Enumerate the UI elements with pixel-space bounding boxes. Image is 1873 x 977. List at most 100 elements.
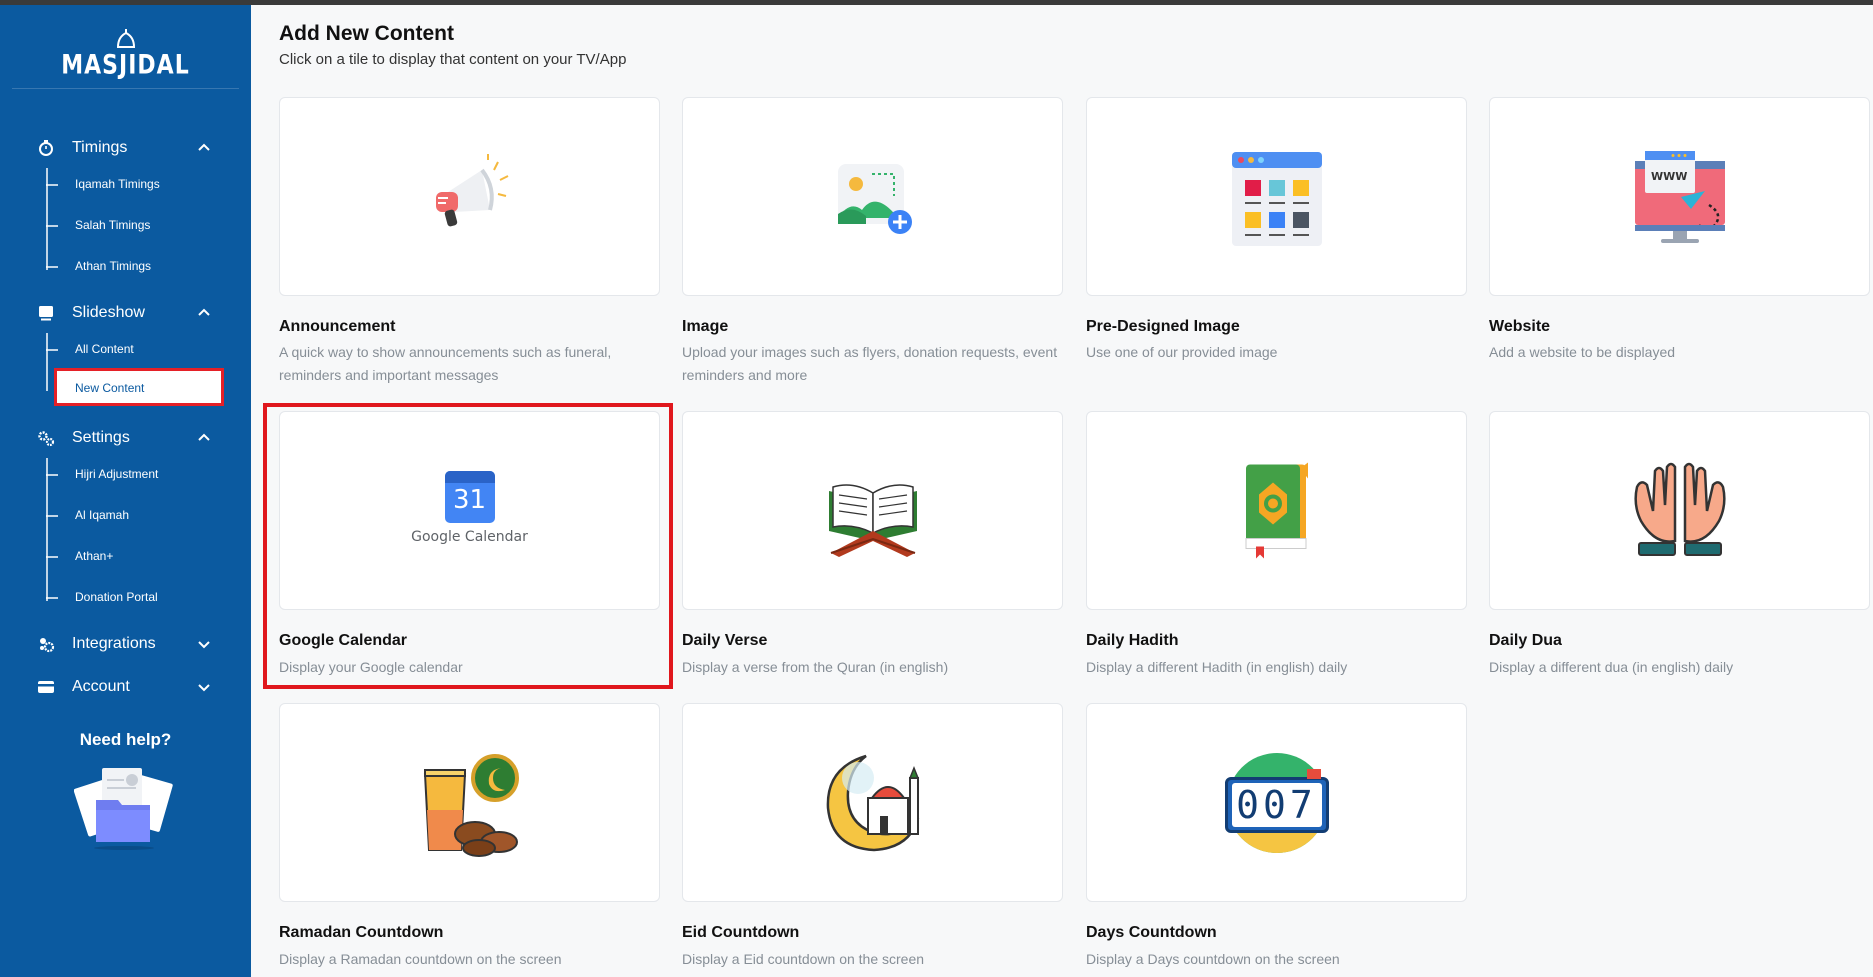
chevron-up-icon [198,143,210,151]
nav-section-account[interactable]: Account [0,672,251,702]
chevron-up-icon [198,308,210,316]
sidebar-item-athan-plus[interactable]: Athan+ [46,545,216,569]
tile-announcement[interactable] [279,97,660,296]
tree-branch [46,597,58,599]
integrations-icon [40,638,55,653]
sidebar-item-hijri-adjustment[interactable]: Hijri Adjustment [46,463,216,487]
sidebar-item-new-content[interactable]: New Content [54,368,224,406]
tile-title: Image [682,318,729,335]
website-monitor-icon: WWW [1634,150,1725,243]
tile-description: Display a Days countdown on the screen [1086,951,1340,967]
nav-section-label: Account [72,678,130,695]
chevron-down-icon [198,641,210,649]
gears-icon [38,431,55,447]
calendar-wordmark: Google Calendar [411,528,528,545]
tile-title: Eid Countdown [682,924,800,941]
help-title: Need help? [79,730,172,749]
chevron-down-icon [198,684,210,692]
tile-ramadan-countdown[interactable] [279,703,660,902]
nav-section-slideshow[interactable]: Slideshow [0,298,251,328]
sidebar-item-salah-timings[interactable]: Salah Timings [46,214,216,238]
tile-title: Announcement [279,318,396,335]
tile-description: A quick way to show announcements such a… [279,344,612,383]
sidebar-item-al-iqamah[interactable]: Al Iqamah [46,504,216,528]
tile-title: Daily Verse [682,632,768,649]
counter-digits: 007 [1231,782,1322,827]
calendar-header [444,470,495,483]
sidebar-item-label: Hijri Adjustment [75,467,159,481]
tile-description: Display a different dua (in english) dai… [1489,659,1734,675]
tile-daily-hadith[interactable] [1086,411,1467,610]
tile-description: Upload your images such as flyers, donat… [682,344,1058,383]
tile-title: Days Countdown [1086,924,1217,941]
nav-section-integrations[interactable]: Integrations [0,629,251,659]
main-content: Add New Content Click on a tile to displ… [251,5,1873,977]
calendar-number: 31 [452,484,487,515]
chevron-up-icon [198,433,210,441]
tile-title: Pre-Designed Image [1086,318,1240,335]
tile-description: Display a different Hadith (in english) … [1086,659,1348,675]
slideshow-icon [39,306,53,321]
tile-title: Google Calendar [279,632,408,649]
sidebar-item-label: Athan+ [75,549,114,563]
brand-name: MASJIDAL [61,50,190,81]
page-title: Add New Content [279,22,454,45]
nav-section-label: Slideshow [72,304,145,321]
tile-image[interactable] [682,97,1063,296]
tree-branch [46,515,58,517]
crescent-mosque-icon [826,754,919,851]
nav-section-settings[interactable]: Settings [0,423,251,453]
tile-daily-dua[interactable] [1489,411,1870,610]
help-folder-icon[interactable] [74,760,174,850]
sidebar-item-iqamah-timings[interactable]: Iqamah Timings [46,173,216,197]
tree-branch [46,474,58,476]
nav-section-label: Timings [72,139,128,156]
tile-title: Ramadan Countdown [279,924,444,941]
tile-title: Website [1489,318,1551,335]
svg-text:WWW: WWW [1651,170,1687,183]
nav-section-label: Integrations [72,635,156,652]
mosque-dome-icon [116,29,136,48]
sidebar-item-athan-timings[interactable]: Athan Timings [46,255,216,279]
tile-description: Display a Eid countdown on the screen [682,951,925,967]
hadith-book-icon [1245,462,1308,558]
tree-branch [46,266,58,268]
sidebar-item-label: Salah Timings [75,218,151,232]
ramadan-iftar-icon [423,753,519,857]
flip-counter-icon: 007 [1224,751,1329,855]
tile-title: Daily Hadith [1086,632,1179,649]
sidebar: MASJIDAL Timings Iqamah Timings Salah Ti… [0,5,251,977]
divider [12,88,239,89]
top-bar [0,0,1873,5]
calendar-tile: 31 [444,470,495,523]
tile-title: Daily Dua [1489,632,1562,649]
google-calendar-icon: 31 Google Calendar [410,470,530,551]
clock-icon [39,140,53,156]
nav-section-timings[interactable]: Timings [0,133,251,163]
tile-days-countdown[interactable]: 007 [1086,703,1467,902]
card-icon [38,681,54,693]
tile-description: Display your Google calendar [279,659,463,675]
tile-description: Add a website to be displayed [1489,344,1676,360]
sidebar-item-label: Donation Portal [75,590,158,604]
tile-google-calendar[interactable]: 31 Google Calendar [279,411,660,610]
tile-website[interactable]: WWW [1489,97,1870,296]
sidebar-item-label: New Content [75,381,145,395]
sidebar-item-donation-portal[interactable]: Donation Portal [46,586,216,610]
sidebar-item-label: Athan Timings [75,259,152,273]
tree-branch [46,184,58,186]
praying-hands-icon [1633,462,1726,556]
tile-eid-countdown[interactable] [682,703,1063,902]
tile-description: Use one of our provided image [1086,344,1278,360]
sidebar-item-label: Iqamah Timings [75,177,160,191]
tile-pre-designed-image[interactable] [1086,97,1467,296]
tree-branch [46,225,58,227]
tile-description: Display a Ramadan countdown on the scree… [279,951,562,967]
megaphone-icon [435,153,508,226]
tile-daily-verse[interactable] [682,411,1063,610]
brand-logo[interactable]: MASJIDAL [0,25,251,85]
sidebar-item-all-content[interactable]: All Content [46,338,216,362]
tile-description: Display a verse from the Quran (in engli… [682,659,949,675]
quran-stand-icon [828,483,917,557]
sidebar-item-label: All Content [75,342,134,356]
